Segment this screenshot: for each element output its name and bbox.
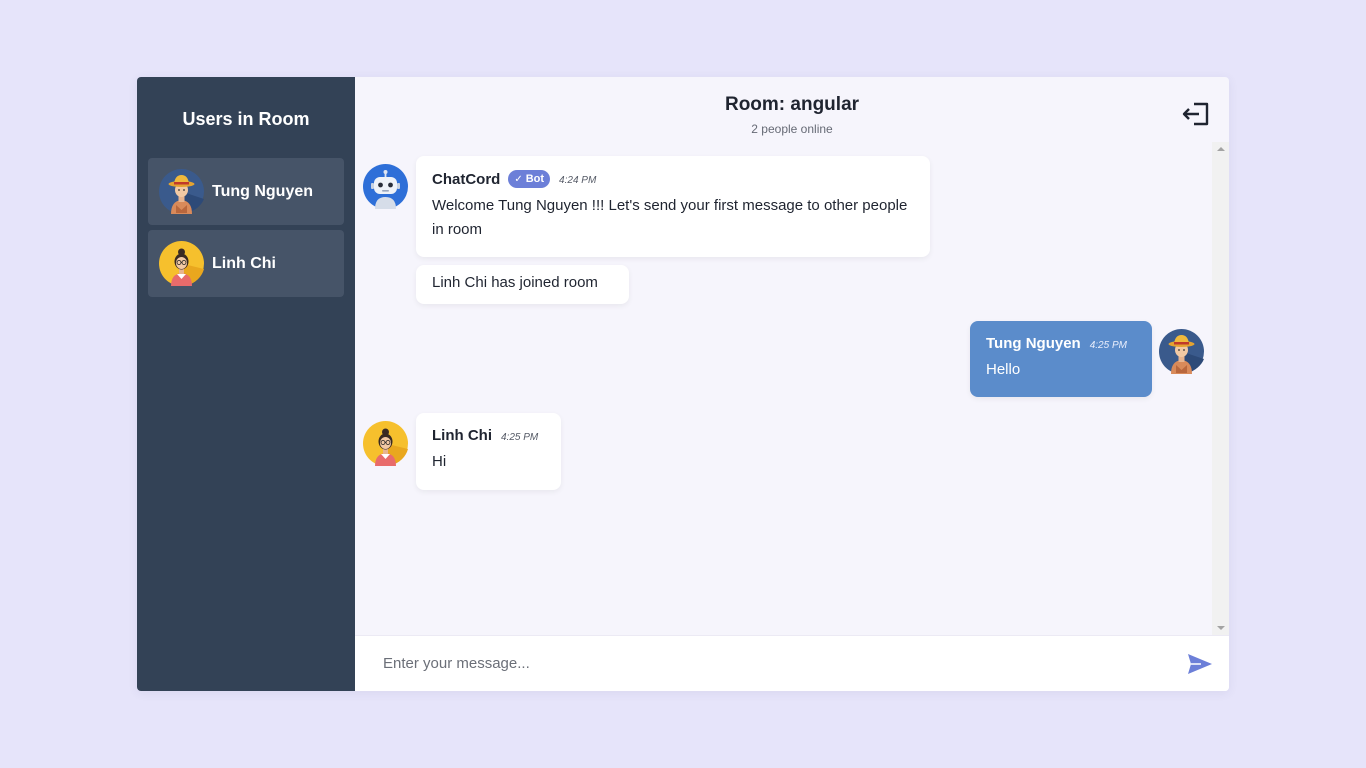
message-bubble: Linh Chi 4:25 PM Hi [416,413,561,490]
man-hat-avatar [159,169,204,214]
woman-glasses-avatar [159,241,204,286]
user-item-tung-nguyen[interactable]: Tung Nguyen [148,158,344,225]
check-icon: ✓ [514,173,523,185]
robot-avatar [363,164,408,209]
sidebar: Users in Room Tung Nguyen Linh Chi [137,77,355,691]
exit-door-icon[interactable] [1182,99,1212,129]
room-title: Room: angular [724,94,860,115]
message-input[interactable] [355,636,1187,691]
send-arrow-icon[interactable] [1187,653,1213,675]
user-item-linh-chi[interactable]: Linh Chi [148,230,344,297]
message-time: 4:24 PM [559,175,597,186]
chat-header: Room: angular 2 people online [355,77,1229,142]
my-message-bubble: Tung Nguyen 4:25 PM Hello [970,321,1152,397]
user-name: Tung Nguyen [212,182,314,200]
scroll-up-icon[interactable] [1217,147,1225,151]
online-count: 2 people online [751,122,833,136]
message-composer [355,635,1229,691]
message-time: 4:25 PM [501,431,539,443]
chat-main: Room: angular 2 people online ChatCord ✓… [355,77,1229,691]
bot-badge: ✓ Bot [508,170,551,188]
message-sender: Linh Chi [432,427,492,444]
chat-app-window: Users in Room Tung Nguyen Linh Chi Room:… [137,77,1229,691]
message-sender: ChatCord [432,170,501,188]
message-time: 4:25 PM [1089,339,1127,351]
message-text: Welcome Tung Nguyen !!! Let's send your … [432,197,908,238]
join-notice: Linh Chi has joined room [416,265,629,304]
message-scrollbar[interactable] [1212,142,1229,635]
user-name: Linh Chi [212,254,276,272]
sidebar-title: Users in Room [182,109,310,129]
message-text: Hi [432,453,447,470]
message-text: Hello [986,361,1021,378]
message-list[interactable]: ChatCord ✓ Bot 4:24 PM Welcome Tung Nguye… [355,142,1229,635]
woman-glasses-avatar [363,421,408,466]
man-hat-avatar [1159,329,1204,374]
message-bubble: ChatCord ✓ Bot 4:24 PM Welcome Tung Nguye… [416,156,930,257]
scroll-down-icon[interactable] [1217,626,1225,630]
message-sender: Tung Nguyen [986,335,1081,352]
